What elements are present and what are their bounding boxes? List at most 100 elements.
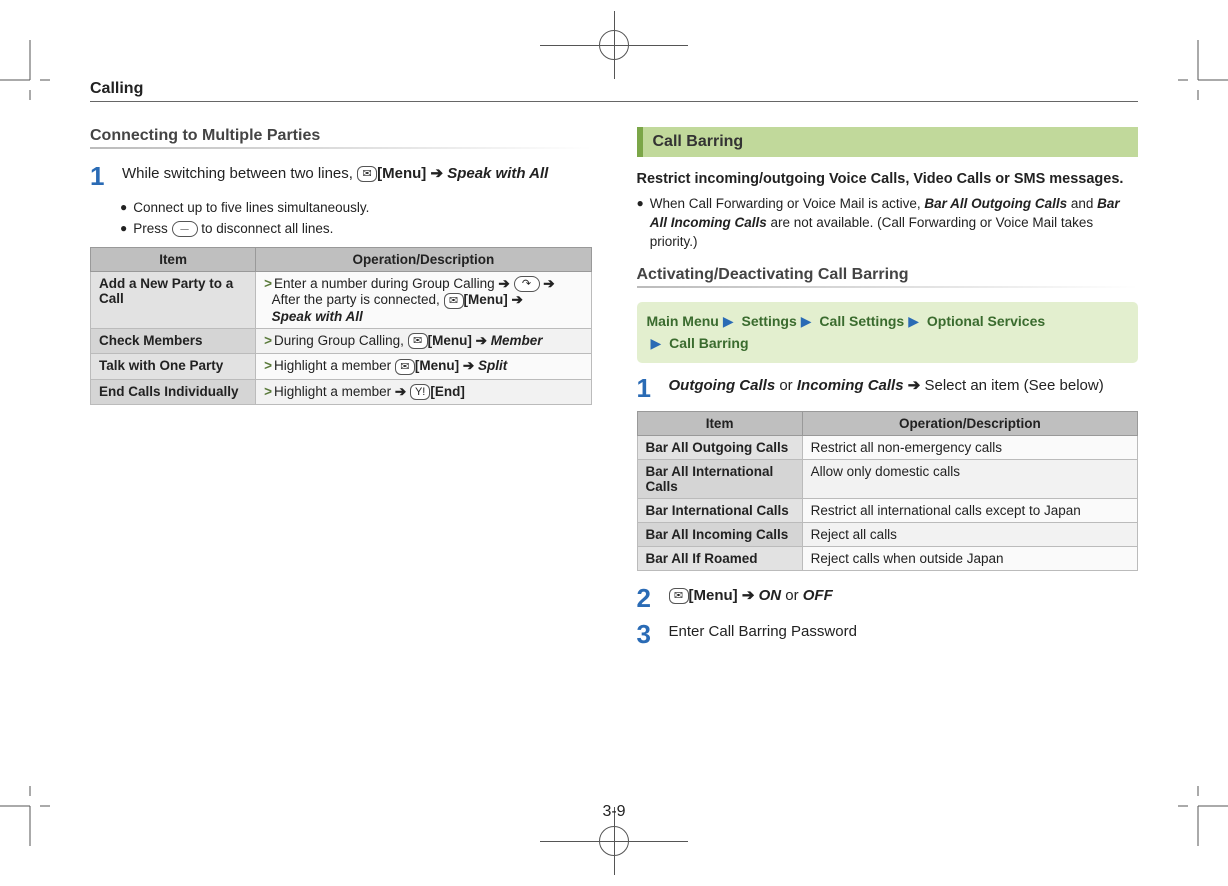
table-row: Check Members >During Group Calling, ✉[M… xyxy=(91,328,592,353)
crop-mark-top xyxy=(0,30,1228,60)
mail-key-icon: ✉ xyxy=(444,293,464,309)
step-2-right: 2 ✉[Menu] ➔ ON or OFF xyxy=(637,585,1139,611)
step-number: 1 xyxy=(637,375,657,401)
cell-op: Reject calls when outside Japan xyxy=(802,546,1137,570)
step-1-left: 1 While switching between two lines, ✉[M… xyxy=(90,163,592,189)
cell-op: Allow only domestic calls xyxy=(802,459,1137,498)
bullet-text: Press ⏤ to disconnect all lines. xyxy=(133,220,333,239)
cell-item: Check Members xyxy=(91,328,256,353)
arrow-icon: ➔ xyxy=(476,333,487,348)
th-item: Item xyxy=(91,247,256,271)
note-bullet: ● When Call Forwarding or Voice Mail is … xyxy=(637,195,1139,252)
table-row: Bar All International CallsAllow only do… xyxy=(637,459,1138,498)
triangle-icon: ▶ xyxy=(908,313,919,329)
section-heading: Connecting to Multiple Parties xyxy=(90,127,592,149)
step-1-right: 1 Outgoing Calls or Incoming Calls ➔ Sel… xyxy=(637,375,1139,401)
arrow-icon: ➔ xyxy=(742,587,759,604)
menu-path: Main Menu▶ Settings▶ Call Settings▶ Opti… xyxy=(637,302,1139,363)
cell-item: Bar All Incoming Calls xyxy=(637,522,802,546)
triangle-icon: ▶ xyxy=(801,313,812,329)
cell-item: Bar All Outgoing Calls xyxy=(637,435,802,459)
chevron-icon: > xyxy=(264,384,272,399)
arrow-icon: ➔ xyxy=(908,377,921,394)
crop-mark-bottom xyxy=(0,826,1228,856)
table-row: Add a New Party to a Call >Enter a numbe… xyxy=(91,271,592,328)
crop-corner-tl xyxy=(0,40,50,100)
left-column: Connecting to Multiple Parties 1 While s… xyxy=(90,127,592,657)
chevron-icon: > xyxy=(264,276,272,291)
cell-item: Bar International Calls xyxy=(637,498,802,522)
step-body: ✉[Menu] ➔ ON or OFF xyxy=(669,585,1139,611)
table-row: Bar All Outgoing CallsRestrict all non-e… xyxy=(637,435,1138,459)
bullet-icon: ● xyxy=(637,195,644,252)
table-row: Bar All Incoming CallsReject all calls xyxy=(637,522,1138,546)
th-op: Operation/Description xyxy=(256,247,591,271)
arrow-icon: ➔ xyxy=(463,358,474,373)
step-body: While switching between two lines, ✉[Men… xyxy=(122,163,592,189)
step-3-right: 3 Enter Call Barring Password xyxy=(637,621,1139,647)
step1-text-b: Speak with All xyxy=(447,165,548,182)
page-number: 3-9 xyxy=(602,803,625,821)
end-call-key-icon: ⏤ xyxy=(172,221,198,237)
chevron-icon: > xyxy=(264,333,272,348)
cell-op: >During Group Calling, ✉[Menu] ➔ Member xyxy=(256,328,591,353)
cell-op: >Enter a number during Group Calling ➔ ↷… xyxy=(256,271,591,328)
th-item: Item xyxy=(637,411,802,435)
operations-table-left: Item Operation/Description Add a New Par… xyxy=(90,247,592,405)
cell-item: Bar All International Calls xyxy=(637,459,802,498)
mail-key-icon: ✉ xyxy=(408,333,428,349)
table-row: Bar International CallsRestrict all inte… xyxy=(637,498,1138,522)
menupath-item: Settings xyxy=(742,313,797,329)
cell-op: Restrict all non-emergency calls xyxy=(802,435,1137,459)
section-heading: Activating/Deactivating Call Barring xyxy=(637,266,1139,288)
cell-op: >Highlight a member ✉[Menu] ➔ Split xyxy=(256,354,591,379)
bullet-icon: ● xyxy=(120,199,127,218)
arrow-icon: ➔ xyxy=(512,292,523,307)
cell-op: Restrict all international calls except … xyxy=(802,498,1137,522)
crop-corner-bl xyxy=(0,786,50,846)
chapter-title: Calling xyxy=(90,80,1138,102)
step1-text-a: While switching between two lines, xyxy=(122,165,357,182)
step-number: 1 xyxy=(90,163,110,189)
mail-key-icon: ✉ xyxy=(395,359,415,375)
table-row: End Calls Individually >Highlight a memb… xyxy=(91,379,592,404)
arrow-icon: ➔ xyxy=(543,276,554,291)
triangle-icon: ▶ xyxy=(651,335,662,351)
menupath-item: Main Menu xyxy=(647,313,719,329)
step-body: Enter Call Barring Password xyxy=(669,621,1139,647)
arrow-icon: ➔ xyxy=(395,384,406,399)
arrow-icon: ➔ xyxy=(498,276,509,291)
table-row: Bar All If RoamedReject calls when outsi… xyxy=(637,546,1138,570)
table-row: Talk with One Party >Highlight a member … xyxy=(91,354,592,379)
step-number: 2 xyxy=(637,585,657,611)
arrow-icon: ➔ xyxy=(430,165,447,182)
right-column: Call Barring Restrict incoming/outgoing … xyxy=(637,127,1139,657)
y-key-icon: Y! xyxy=(410,384,430,400)
cell-op: >Highlight a member ➔ Y![End] xyxy=(256,379,591,404)
manual-page: Calling Connecting to Multiple Parties 1… xyxy=(0,0,1228,886)
cell-op: Reject all calls xyxy=(802,522,1137,546)
note-text: When Call Forwarding or Voice Mail is ac… xyxy=(650,195,1138,252)
bullet-text: Connect up to five lines simultaneously. xyxy=(133,199,369,218)
operations-table-right: Item Operation/Description Bar All Outgo… xyxy=(637,411,1139,571)
section-title-bar: Call Barring xyxy=(637,127,1139,157)
bullet-2: ● Press ⏤ to disconnect all lines. xyxy=(120,220,592,239)
mail-key-icon: ✉ xyxy=(669,588,689,604)
cell-item: End Calls Individually xyxy=(91,379,256,404)
step-number: 3 xyxy=(637,621,657,647)
bullet-icon: ● xyxy=(120,220,127,239)
crop-corner-br xyxy=(1178,786,1228,846)
section-description: Restrict incoming/outgoing Voice Calls, … xyxy=(637,169,1139,189)
call-key-icon: ↷ xyxy=(514,276,540,292)
bullet-1: ● Connect up to five lines simultaneousl… xyxy=(120,199,592,218)
chevron-icon: > xyxy=(264,358,272,373)
cell-item: Add a New Party to a Call xyxy=(91,271,256,328)
menupath-item: Optional Services xyxy=(927,313,1045,329)
menupath-item: Call Settings xyxy=(819,313,904,329)
menupath-item: Call Barring xyxy=(669,335,748,351)
triangle-icon: ▶ xyxy=(723,313,734,329)
mail-key-icon: ✉ xyxy=(357,166,377,182)
content-columns: Connecting to Multiple Parties 1 While s… xyxy=(90,127,1138,657)
step-body: Outgoing Calls or Incoming Calls ➔ Selec… xyxy=(669,375,1139,401)
th-op: Operation/Description xyxy=(802,411,1137,435)
